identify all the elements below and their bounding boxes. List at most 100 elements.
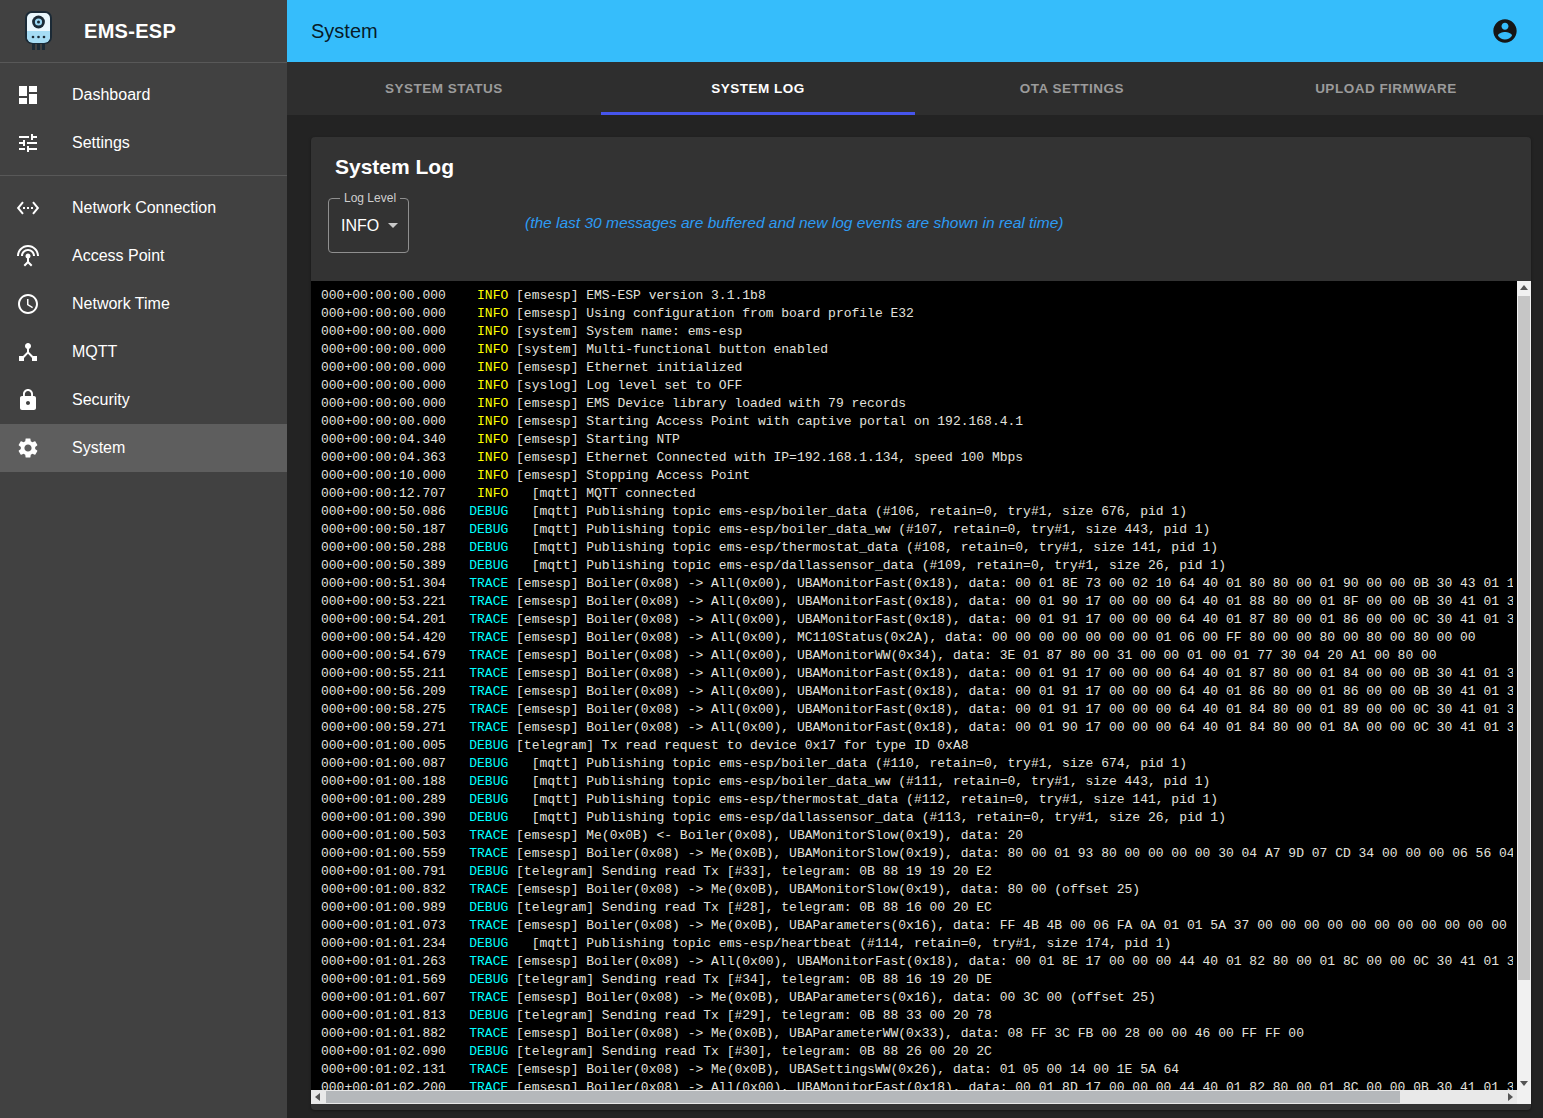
log-level-select[interactable]: Log Level INFO	[328, 198, 409, 253]
scroll-up-button[interactable]	[1517, 281, 1531, 295]
log-line: 000+00:00:58.275 TRACE [emsesp] Boiler(0…	[321, 701, 1513, 719]
sidebar-item-security[interactable]: Security	[0, 376, 287, 424]
sidebar-item-label: Security	[72, 391, 130, 409]
sidebar-item-system[interactable]: System	[0, 424, 287, 472]
tab-label: OTA SETTINGS	[1020, 81, 1124, 96]
tab-upload-firmware[interactable]: UPLOAD FIRMWARE	[1229, 62, 1543, 115]
tab-label: SYSTEM STATUS	[385, 81, 503, 96]
log-line: 000+00:00:50.389 DEBUG [mqtt] Publishing…	[321, 557, 1513, 575]
sidebar-item-label: Dashboard	[72, 86, 150, 104]
log-line: 000+00:00:00.000 INFO [emsesp] Using con…	[321, 305, 1513, 323]
antenna-icon	[16, 244, 40, 268]
sidebar-item-label: MQTT	[72, 343, 117, 361]
chevron-down-icon	[388, 223, 398, 228]
tune-icon	[16, 131, 40, 155]
log-line: 000+00:01:00.087 DEBUG [mqtt] Publishing…	[321, 755, 1513, 773]
log-line: 000+00:00:00.000 INFO [emsesp] Ethernet …	[321, 359, 1513, 377]
sidebar-item-label: Access Point	[72, 247, 164, 265]
log-line: 000+00:01:00.503 TRACE [emsesp] Me(0x0B)…	[321, 827, 1513, 845]
card-title: System Log	[335, 155, 454, 179]
ethernet-icon	[16, 196, 40, 220]
log-line: 000+00:00:00.000 INFO [emsesp] EMS-ESP v…	[321, 287, 1513, 305]
card-header: System Log Log Level INFO (the last 30 m…	[311, 137, 1531, 281]
device-hub-icon	[16, 340, 40, 364]
log-level-value: INFO	[341, 217, 379, 235]
tab-ota-settings[interactable]: OTA SETTINGS	[915, 62, 1229, 115]
log-line: 000+00:00:00.000 INFO [emsesp] Starting …	[321, 413, 1513, 431]
log-line: 000+00:01:00.791 DEBUG [telegram] Sendin…	[321, 863, 1513, 881]
log-console: 000+00:00:00.000 INFO [emsesp] EMS-ESP v…	[311, 281, 1531, 1104]
log-line: 000+00:00:54.679 TRACE [emsesp] Boiler(0…	[321, 647, 1513, 665]
tabbar: SYSTEM STATUS SYSTEM LOG OTA SETTINGS UPLOA…	[287, 62, 1543, 115]
gear-icon	[16, 436, 40, 460]
sidebar-item-label: Network Connection	[72, 199, 216, 217]
log-line: 000+00:01:01.073 TRACE [emsesp] Boiler(0…	[321, 917, 1513, 935]
tab-label: SYSTEM LOG	[711, 81, 805, 96]
horizontal-scrollbar-thumb[interactable]	[326, 1091, 1400, 1103]
log-line: 000+00:00:00.000 INFO [emsesp] EMS Devic…	[321, 395, 1513, 413]
tab-label: UPLOAD FIRMWARE	[1315, 81, 1457, 96]
log-line: 000+00:01:01.263 TRACE [emsesp] Boiler(0…	[321, 953, 1513, 971]
scrollbar-corner	[1517, 1090, 1531, 1104]
vertical-scrollbar[interactable]	[1517, 281, 1531, 1090]
log-line: 000+00:00:04.340 INFO [emsesp] Starting …	[321, 431, 1513, 449]
log-line: 000+00:01:01.607 TRACE [emsesp] Boiler(0…	[321, 989, 1513, 1007]
scroll-down-button[interactable]	[1517, 1076, 1531, 1090]
scroll-right-button[interactable]	[1503, 1090, 1517, 1104]
sidebar-item-mqtt[interactable]: MQTT	[0, 328, 287, 376]
log-line: 000+00:00:50.086 DEBUG [mqtt] Publishing…	[321, 503, 1513, 521]
log-line: 000+00:01:00.289 DEBUG [mqtt] Publishing…	[321, 791, 1513, 809]
system-log-card: System Log Log Level INFO (the last 30 m…	[311, 137, 1531, 1110]
log-line: 000+00:00:51.304 TRACE [emsesp] Boiler(0…	[321, 575, 1513, 593]
log-line: 000+00:00:00.000 INFO [syslog] Log level…	[321, 377, 1513, 395]
log-line: 000+00:01:00.832 TRACE [emsesp] Boiler(0…	[321, 881, 1513, 899]
lock-icon	[16, 388, 40, 412]
log-line: 000+00:01:02.090 DEBUG [telegram] Sendin…	[321, 1043, 1513, 1061]
tab-system-status[interactable]: SYSTEM STATUS	[287, 62, 601, 115]
sidebar-item-dashboard[interactable]: Dashboard	[0, 71, 287, 119]
log-line: 000+00:01:02.131 TRACE [emsesp] Boiler(0…	[321, 1061, 1513, 1079]
log-line: 000+00:00:50.288 DEBUG [mqtt] Publishing…	[321, 539, 1513, 557]
log-note: (the last 30 messages are buffered and n…	[525, 214, 1064, 232]
clock-icon	[16, 292, 40, 316]
sidebar-item-network-time[interactable]: Network Time	[0, 280, 287, 328]
page-title: System	[311, 20, 378, 43]
emsesp-logo-icon	[24, 11, 54, 51]
log-lines: 000+00:00:00.000 INFO [emsesp] EMS-ESP v…	[311, 281, 1513, 1090]
tab-system-log[interactable]: SYSTEM LOG	[601, 62, 915, 115]
log-line: 000+00:01:00.989 DEBUG [telegram] Sendin…	[321, 899, 1513, 917]
log-level-label: Log Level	[340, 191, 400, 205]
log-line: 000+00:01:01.882 TRACE [emsesp] Boiler(0…	[321, 1025, 1513, 1043]
appbar: System	[287, 0, 1543, 62]
log-line: 000+00:00:00.000 INFO [system] System na…	[321, 323, 1513, 341]
horizontal-scrollbar[interactable]	[311, 1090, 1517, 1104]
vertical-scrollbar-thumb[interactable]	[1518, 296, 1530, 980]
log-line: 000+00:00:56.209 TRACE [emsesp] Boiler(0…	[321, 683, 1513, 701]
log-line: 000+00:00:50.187 DEBUG [mqtt] Publishing…	[321, 521, 1513, 539]
sidebar-item-network-connection[interactable]: Network Connection	[0, 184, 287, 232]
log-line: 000+00:01:01.813 DEBUG [telegram] Sendin…	[321, 1007, 1513, 1025]
log-line: 000+00:00:04.363 INFO [emsesp] Ethernet …	[321, 449, 1513, 467]
sidebar-item-settings[interactable]: Settings	[0, 119, 287, 167]
dashboard-icon	[16, 83, 40, 107]
log-line: 000+00:01:02.200 TRACE [emsesp] Boiler(0…	[321, 1079, 1513, 1090]
sidebar-item-access-point[interactable]: Access Point	[0, 232, 287, 280]
log-line: 000+00:01:00.559 TRACE [emsesp] Boiler(0…	[321, 845, 1513, 863]
log-line: 000+00:00:53.221 TRACE [emsesp] Boiler(0…	[321, 593, 1513, 611]
log-line: 000+00:00:12.707 INFO [mqtt] MQTT connec…	[321, 485, 1513, 503]
log-line: 000+00:01:01.234 DEBUG [mqtt] Publishing…	[321, 935, 1513, 953]
sidebar: EMS-ESP Dashboard Settings Network Connect…	[0, 0, 287, 1118]
log-line: 000+00:00:54.201 TRACE [emsesp] Boiler(0…	[321, 611, 1513, 629]
app: EMS-ESP Dashboard Settings Network Connect…	[0, 0, 1543, 1118]
main: System SYSTEM STATUS SYSTEM LOG OTA SETTIN…	[287, 0, 1543, 1118]
content: System Log Log Level INFO (the last 30 m…	[287, 115, 1543, 1118]
log-line: 000+00:00:10.000 INFO [emsesp] Stopping …	[321, 467, 1513, 485]
log-line: 000+00:00:00.000 INFO [system] Multi-fun…	[321, 341, 1513, 359]
account-circle-icon[interactable]	[1491, 17, 1519, 45]
log-line: 000+00:01:00.188 DEBUG [mqtt] Publishing…	[321, 773, 1513, 791]
sidebar-item-label: System	[72, 439, 125, 457]
sidebar-header: EMS-ESP	[0, 0, 287, 62]
log-line: 000+00:01:00.390 DEBUG [mqtt] Publishing…	[321, 809, 1513, 827]
log-line: 000+00:00:54.420 TRACE [emsesp] Boiler(0…	[321, 629, 1513, 647]
scroll-left-button[interactable]	[311, 1090, 325, 1104]
